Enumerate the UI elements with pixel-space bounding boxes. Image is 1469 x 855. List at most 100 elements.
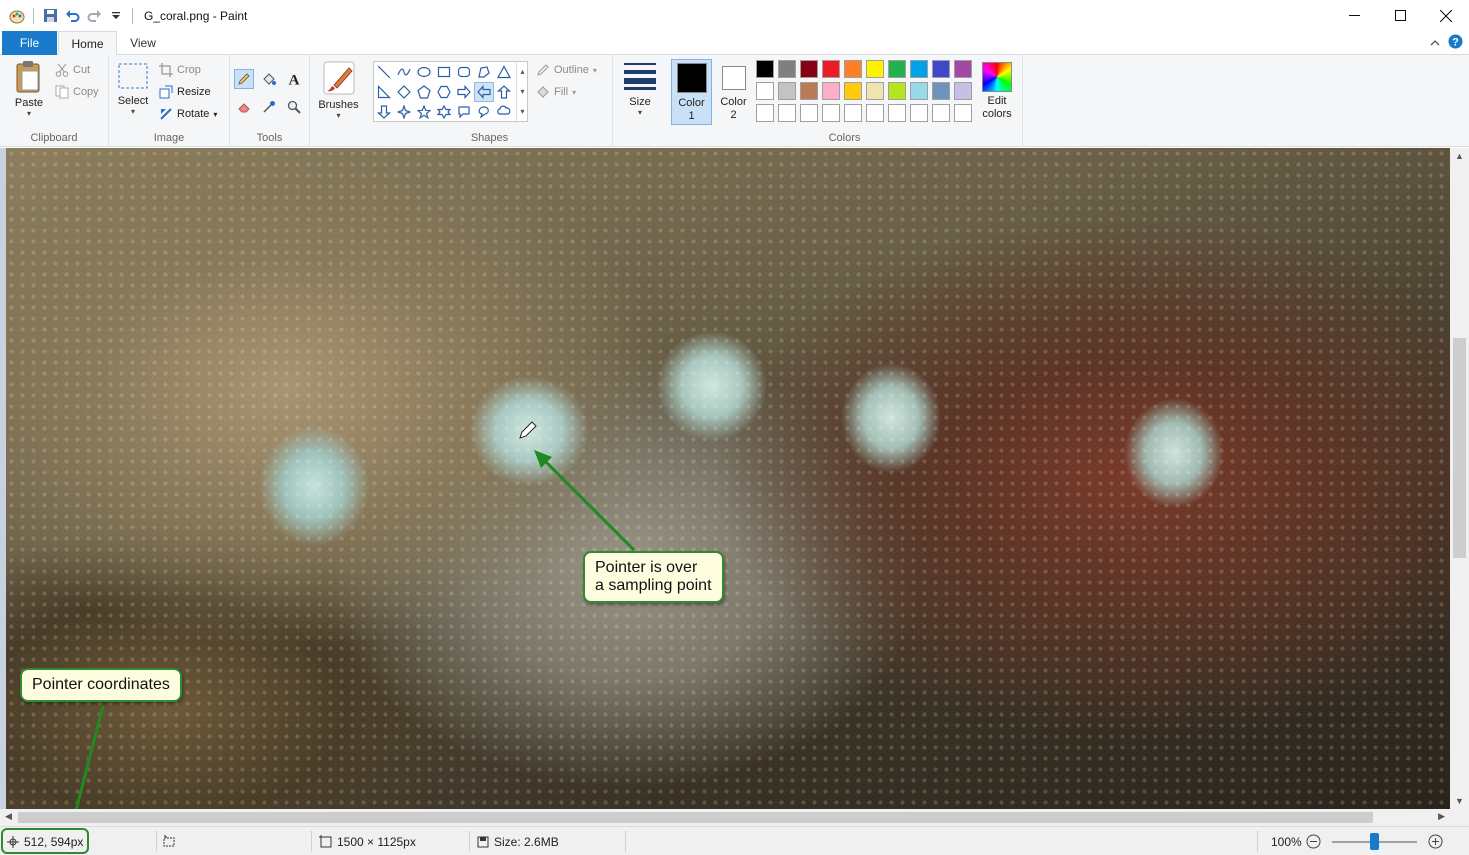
- size-button[interactable]: Size ▾: [620, 61, 660, 117]
- fill-tool[interactable]: [259, 69, 279, 89]
- paste-button[interactable]: Paste ▾: [8, 60, 50, 118]
- palette-swatch[interactable]: [910, 60, 928, 78]
- zoom-slider-thumb[interactable]: [1370, 833, 1379, 850]
- palette-swatch[interactable]: [866, 60, 884, 78]
- tab-file[interactable]: File: [2, 31, 57, 55]
- select-button[interactable]: Select ▾: [115, 62, 151, 116]
- line-shape-icon[interactable]: [374, 62, 394, 82]
- select-dropdown-icon[interactable]: ▾: [115, 107, 151, 116]
- right-arrow-shape-icon[interactable]: [454, 82, 474, 102]
- collapse-ribbon-icon[interactable]: [1430, 36, 1440, 50]
- cut-button[interactable]: Cut: [55, 63, 90, 77]
- palette-swatch[interactable]: [778, 60, 796, 78]
- palette-swatch[interactable]: [932, 60, 950, 78]
- palette-swatch[interactable]: [778, 82, 796, 100]
- color-picker-tool[interactable]: [259, 97, 279, 117]
- diamond-shape-icon[interactable]: [394, 82, 414, 102]
- palette-swatch[interactable]: [888, 104, 906, 122]
- scroll-down-icon[interactable]: ▼: [1455, 796, 1464, 806]
- tab-home[interactable]: Home: [58, 31, 117, 56]
- curve-shape-icon[interactable]: [394, 62, 414, 82]
- size-dropdown-icon[interactable]: ▾: [620, 108, 660, 117]
- palette-swatch[interactable]: [910, 104, 928, 122]
- up-arrow-shape-icon[interactable]: [494, 82, 514, 102]
- magnifier-tool[interactable]: [284, 97, 304, 117]
- rounded-rectangle-shape-icon[interactable]: [454, 62, 474, 82]
- palette-swatch[interactable]: [932, 104, 950, 122]
- text-tool[interactable]: A: [284, 69, 304, 89]
- five-point-star-shape-icon[interactable]: [414, 102, 434, 122]
- horizontal-scroll-thumb[interactable]: [18, 812, 1373, 823]
- palette-swatch[interactable]: [800, 104, 818, 122]
- coral-image-canvas[interactable]: Pointer is over a sampling point Pointer…: [6, 148, 1450, 809]
- vertical-scroll-thumb[interactable]: [1453, 338, 1466, 558]
- pentagon-shape-icon[interactable]: [414, 82, 434, 102]
- eraser-tool[interactable]: [234, 97, 254, 117]
- palette-swatch[interactable]: [866, 104, 884, 122]
- palette-swatch[interactable]: [778, 104, 796, 122]
- right-triangle-shape-icon[interactable]: [374, 82, 394, 102]
- fill-dropdown-icon[interactable]: ▾: [572, 88, 576, 97]
- palette-swatch[interactable]: [954, 60, 972, 78]
- help-icon[interactable]: ?: [1448, 34, 1463, 52]
- brushes-button[interactable]: Brushes ▾: [315, 60, 362, 120]
- rotate-dropdown-icon[interactable]: ▾: [213, 110, 217, 119]
- palette-swatch[interactable]: [888, 82, 906, 100]
- palette-swatch[interactable]: [800, 82, 818, 100]
- outline-button[interactable]: Outline ▾: [536, 63, 597, 77]
- customize-quick-access-icon[interactable]: [107, 7, 125, 25]
- zoom-out-button[interactable]: [1306, 827, 1321, 855]
- shapes-scroll[interactable]: ▴ ▾ ▾: [516, 62, 528, 123]
- paint-app-icon[interactable]: [8, 7, 26, 25]
- resize-button[interactable]: Resize: [159, 85, 211, 99]
- minimize-button[interactable]: [1331, 0, 1377, 31]
- palette-swatch[interactable]: [844, 82, 862, 100]
- crop-button[interactable]: Crop: [159, 63, 201, 77]
- palette-swatch[interactable]: [954, 82, 972, 100]
- undo-icon[interactable]: [63, 7, 81, 25]
- rounded-callout-shape-icon[interactable]: [454, 102, 474, 122]
- scroll-left-icon[interactable]: ◀: [5, 811, 12, 822]
- maximize-button[interactable]: [1377, 0, 1423, 31]
- left-arrow-shape-icon[interactable]: [474, 82, 494, 102]
- horizontal-scrollbar[interactable]: ◀ ▶: [0, 809, 1450, 826]
- triangle-shape-icon[interactable]: [494, 62, 514, 82]
- palette-swatch[interactable]: [822, 82, 840, 100]
- palette-swatch[interactable]: [756, 104, 774, 122]
- close-button[interactable]: [1423, 0, 1469, 31]
- palette-swatch[interactable]: [910, 82, 928, 100]
- palette-swatch[interactable]: [932, 82, 950, 100]
- vertical-scrollbar[interactable]: ▲ ▼: [1450, 148, 1469, 809]
- six-point-star-shape-icon[interactable]: [434, 102, 454, 122]
- hexagon-shape-icon[interactable]: [434, 82, 454, 102]
- palette-swatch[interactable]: [866, 82, 884, 100]
- redo-icon[interactable]: [85, 7, 103, 25]
- palette-swatch[interactable]: [756, 82, 774, 100]
- palette-swatch[interactable]: [844, 104, 862, 122]
- rotate-button[interactable]: Rotate ▾: [159, 107, 217, 121]
- down-arrow-shape-icon[interactable]: [374, 102, 394, 122]
- four-point-star-shape-icon[interactable]: [394, 102, 414, 122]
- color2-button[interactable]: Color 2: [713, 59, 754, 125]
- edit-colors-button[interactable]: Edit colors: [977, 59, 1017, 120]
- copy-button[interactable]: Copy: [55, 85, 99, 99]
- scroll-right-icon[interactable]: ▶: [1438, 811, 1445, 822]
- color1-button[interactable]: Color 1: [671, 59, 712, 125]
- palette-swatch[interactable]: [844, 60, 862, 78]
- tab-view[interactable]: View: [118, 31, 168, 55]
- outline-dropdown-icon[interactable]: ▾: [593, 66, 597, 75]
- cloud-callout-shape-icon[interactable]: [494, 102, 514, 122]
- fill-button[interactable]: Fill ▾: [536, 85, 576, 99]
- scroll-up-icon[interactable]: ▲: [1455, 151, 1464, 161]
- palette-swatch[interactable]: [888, 60, 906, 78]
- oval-callout-shape-icon[interactable]: [474, 102, 494, 122]
- zoom-in-button[interactable]: [1428, 827, 1443, 855]
- palette-swatch[interactable]: [800, 60, 818, 78]
- pencil-tool[interactable]: [234, 69, 254, 89]
- brushes-dropdown-icon[interactable]: ▾: [315, 111, 362, 120]
- palette-swatch[interactable]: [756, 60, 774, 78]
- palette-swatch[interactable]: [954, 104, 972, 122]
- palette-swatch[interactable]: [822, 104, 840, 122]
- save-icon[interactable]: [41, 7, 59, 25]
- paste-dropdown-icon[interactable]: ▾: [8, 109, 50, 118]
